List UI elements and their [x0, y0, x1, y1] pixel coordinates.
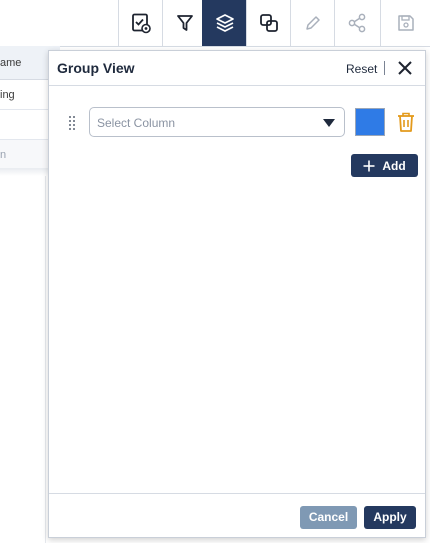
- drag-handle-icon: [69, 116, 75, 130]
- edit-icon: [305, 16, 320, 30]
- group-view-panel: Group View Reset Select Column Add Cance…: [48, 50, 426, 538]
- reset-button[interactable]: Reset: [346, 62, 377, 76]
- apply-button[interactable]: Apply: [364, 506, 416, 529]
- drag-handle[interactable]: [67, 115, 77, 131]
- caret-down-icon: [323, 119, 335, 127]
- divider: [45, 176, 46, 543]
- table-shadow: [0, 168, 48, 176]
- add-group-button[interactable]: Add: [351, 154, 418, 177]
- group-view-button[interactable]: [202, 0, 246, 46]
- footer-divider: [49, 493, 425, 494]
- group-column-select[interactable]: Select Column: [89, 107, 345, 137]
- view-checklist-button[interactable]: [118, 0, 162, 46]
- save-icon: [397, 15, 414, 31]
- copy-button[interactable]: [246, 0, 290, 46]
- divider: [384, 61, 385, 75]
- checklist-visibility-icon: [131, 13, 151, 34]
- filter-button[interactable]: [162, 0, 206, 46]
- add-button-label: Add: [382, 158, 406, 173]
- save-button[interactable]: [380, 0, 430, 46]
- close-icon: [398, 61, 412, 75]
- cancel-button[interactable]: Cancel: [300, 506, 357, 529]
- group-color-swatch[interactable]: [355, 108, 385, 136]
- close-button[interactable]: [396, 59, 414, 77]
- plus-icon: [363, 160, 375, 171]
- filter-icon: [176, 15, 193, 31]
- panel-header: Group View Reset: [49, 51, 425, 86]
- delete-group-button[interactable]: [396, 111, 416, 133]
- trash-icon: [398, 112, 414, 132]
- toolbar: [0, 0, 430, 47]
- panel-title: Group View: [57, 60, 135, 76]
- layers-icon: [215, 14, 234, 32]
- share-button[interactable]: [334, 0, 378, 46]
- select-placeholder: Select Column: [97, 116, 176, 130]
- copy-icon: [259, 14, 278, 32]
- edit-button[interactable]: [290, 0, 334, 46]
- share-icon: [348, 13, 365, 33]
